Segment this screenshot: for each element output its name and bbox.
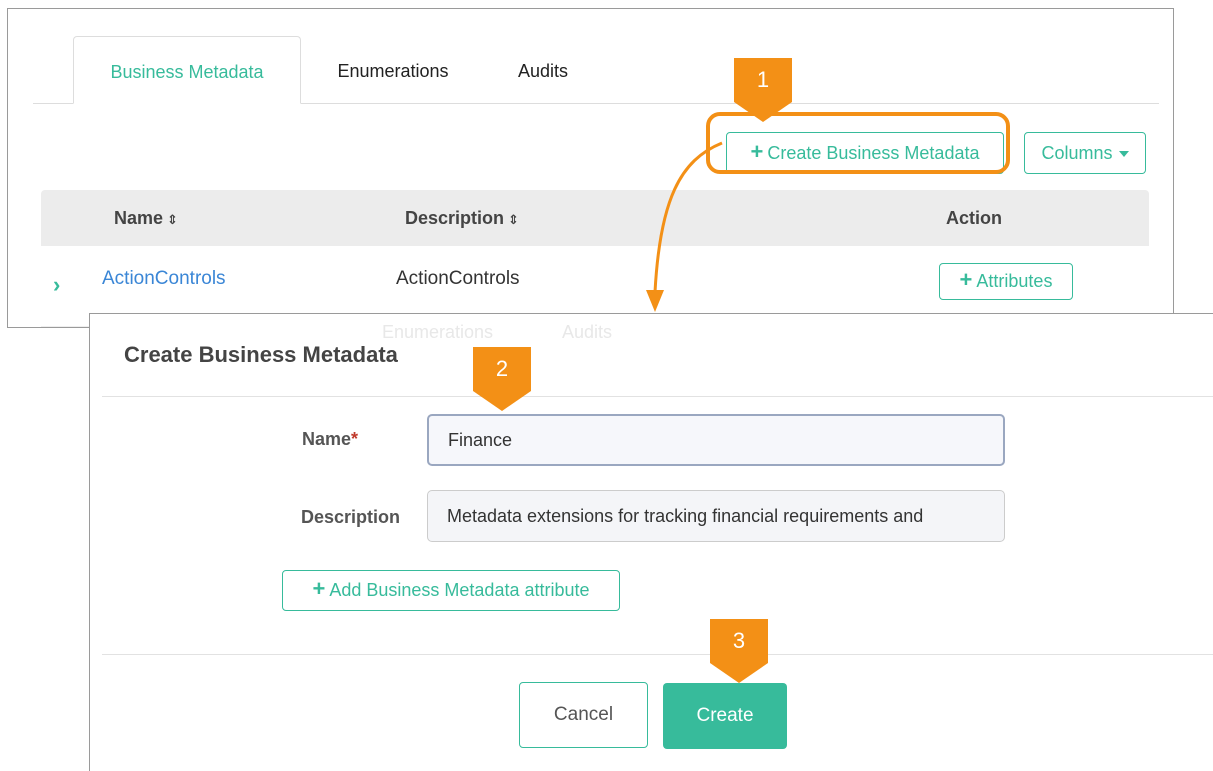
table-header: Name ⇕ Description ⇕ Action — [41, 190, 1149, 246]
required-marker: * — [351, 429, 359, 449]
attributes-label: Attributes — [976, 271, 1053, 291]
description-label: Description — [301, 507, 401, 527]
add-attribute-label: Add Business Metadata attribute — [329, 580, 590, 600]
name-label: Name* — [302, 429, 358, 450]
sort-icon: ⇕ — [167, 212, 178, 227]
step-callout-3: 3 — [710, 619, 768, 683]
ghost-tab-enumerations: Enumerations — [382, 322, 494, 342]
step-number: 3 — [732, 628, 746, 653]
chevron-right-icon[interactable]: › — [53, 272, 60, 298]
caret-down-icon — [1118, 151, 1129, 158]
description-input[interactable] — [427, 490, 1005, 542]
tab-audits[interactable]: Audits — [503, 36, 583, 103]
tab-bar: Business Metadata Enumerations Audits — [33, 36, 1159, 104]
header-divider — [102, 396, 1213, 397]
add-business-metadata-attribute-button[interactable]: + Add Business Metadata attribute — [282, 570, 620, 611]
create-button[interactable]: Create — [663, 683, 787, 749]
step-number: 2 — [495, 356, 509, 381]
step-callout-1: 1 — [734, 58, 792, 122]
plus-icon: + — [959, 267, 973, 292]
create-business-metadata-modal: Enumerations Audits Create Business Meta… — [89, 313, 1213, 771]
column-header-description-label: Description — [405, 208, 505, 228]
step-callout-2: 2 — [473, 347, 531, 411]
column-header-description[interactable]: Description ⇕ — [405, 190, 519, 248]
step-number: 1 — [756, 67, 770, 92]
column-header-name-label: Name — [114, 208, 164, 228]
column-header-action: Action — [946, 208, 1002, 228]
columns-label: Columns — [1041, 143, 1113, 163]
add-attributes-button[interactable]: + Attributes — [939, 263, 1073, 300]
sort-icon: ⇕ — [508, 212, 519, 227]
name-label-text: Name — [302, 429, 352, 449]
name-input[interactable] — [427, 414, 1005, 466]
row-name-link[interactable]: ActionControls — [102, 268, 226, 290]
ghost-tab-audits: Audits — [562, 322, 613, 342]
tab-enumerations[interactable]: Enumerations — [323, 36, 463, 103]
cancel-button[interactable]: Cancel — [519, 682, 648, 748]
tab-business-metadata[interactable]: Business Metadata — [73, 36, 301, 104]
modal-title: Create Business Metadata — [124, 342, 398, 367]
row-description: ActionControls — [396, 268, 520, 289]
columns-dropdown-button[interactable]: Columns — [1024, 132, 1146, 174]
footer-divider — [102, 654, 1213, 655]
plus-icon: + — [312, 576, 326, 601]
column-header-name[interactable]: Name ⇕ — [114, 190, 178, 248]
